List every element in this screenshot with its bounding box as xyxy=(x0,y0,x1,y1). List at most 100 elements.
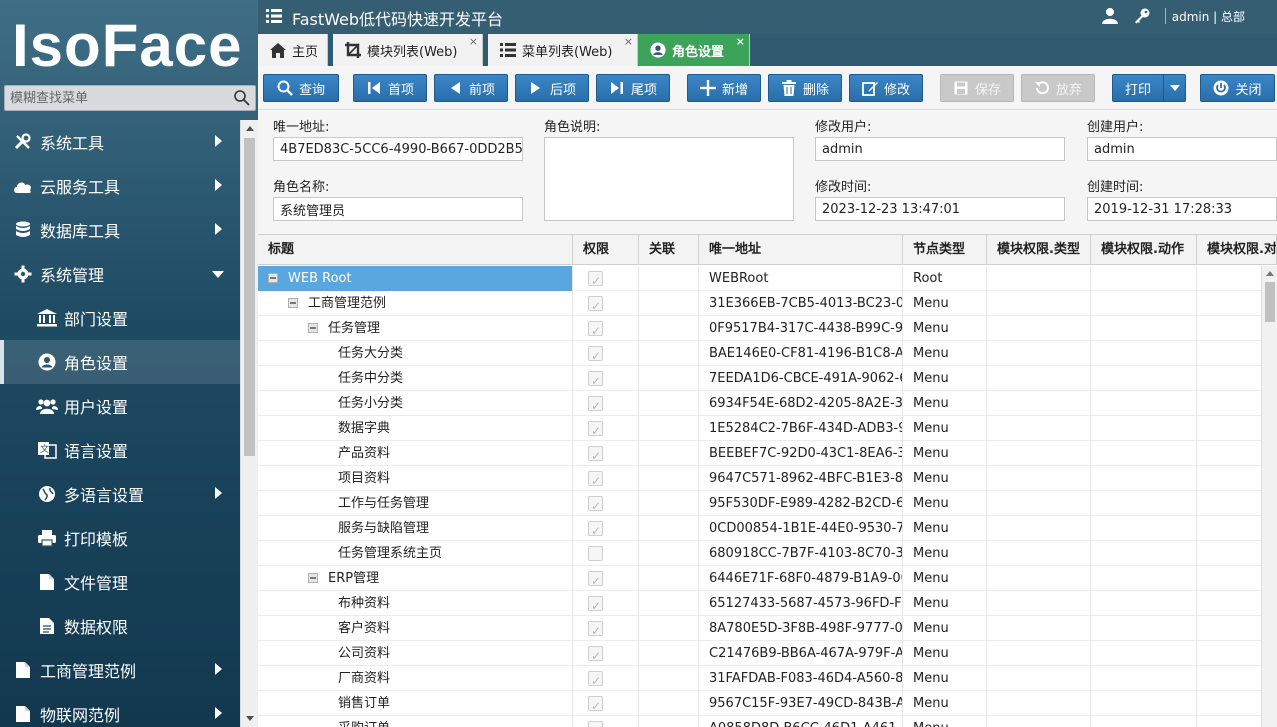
tab-home[interactable]: 主页 xyxy=(258,34,328,66)
permission-checkbox[interactable] xyxy=(588,719,603,727)
table-row[interactable]: 工商管理范例 31E366EB-7CB5-4013-BC23-09EMenu xyxy=(258,291,1261,316)
scroll-up-arrow-icon[interactable] xyxy=(1266,271,1274,276)
permission-checkbox[interactable] xyxy=(588,546,603,561)
permission-checkbox[interactable] xyxy=(588,594,603,616)
table-row[interactable]: 客户资料 8A780E5D-3F8B-498F-9777-093Menu xyxy=(258,616,1261,641)
query-button[interactable]: 查询 xyxy=(263,74,339,102)
tab-role-settings[interactable]: 角色设置 × xyxy=(638,34,750,66)
current-user-label[interactable]: admin | 总部 xyxy=(1172,8,1245,25)
scroll-thumb[interactable] xyxy=(1265,282,1275,322)
table-row[interactable]: 公司资料 C21476B9-BB6A-467A-979F-A56Menu xyxy=(258,641,1261,666)
tree-cell[interactable]: 项目资料 xyxy=(258,466,573,491)
col-uid-header[interactable]: 唯一地址 xyxy=(699,235,903,265)
permission-checkbox[interactable] xyxy=(588,294,603,316)
sidebar-item-cloud-tools[interactable]: 云服务工具 xyxy=(0,164,240,208)
tree-cell[interactable]: 任务小分类 xyxy=(258,391,573,416)
first-button[interactable]: 首项 xyxy=(353,74,427,102)
collapse-toggle-icon[interactable] xyxy=(308,572,318,583)
permission-checkbox[interactable] xyxy=(588,644,603,666)
tree-cell[interactable]: 销售订单 xyxy=(258,691,573,716)
permission-checkbox[interactable] xyxy=(588,369,603,391)
sidebar-item-database-tools[interactable]: 数据库工具 xyxy=(0,208,240,252)
permission-checkbox[interactable] xyxy=(588,569,603,591)
tree-cell[interactable]: 布种资料 xyxy=(258,591,573,616)
search-icon[interactable] xyxy=(233,89,251,107)
create-time-field[interactable] xyxy=(1087,197,1277,221)
table-row[interactable]: 产品资料 BEEBEF7C-92D0-43C1-8EA6-31Menu xyxy=(258,441,1261,466)
table-row[interactable]: 任务管理系统主页 680918CC-7B7F-4103-8C70-368 Menu xyxy=(258,541,1261,566)
tree-cell[interactable]: 任务大分类 xyxy=(258,341,573,366)
edit-button[interactable]: 修改 xyxy=(849,74,923,102)
permission-checkbox[interactable] xyxy=(588,469,603,491)
permission-checkbox[interactable] xyxy=(588,419,603,441)
chevron-down-icon[interactable] xyxy=(1163,75,1185,101)
prev-button[interactable]: 前项 xyxy=(434,74,508,102)
scroll-up-arrow-icon[interactable] xyxy=(246,126,254,131)
close-icon[interactable]: × xyxy=(736,35,745,48)
print-button[interactable]: 打印 xyxy=(1112,74,1186,102)
modify-user-field[interactable] xyxy=(815,137,1065,161)
tree-cell[interactable]: 工作与任务管理 xyxy=(258,491,573,516)
last-button[interactable]: 尾项 xyxy=(596,74,670,102)
table-row[interactable]: 采购订单 A0858D8D-B6CC-46D1-A461-84Menu xyxy=(258,716,1261,727)
close-button[interactable]: 关闭 xyxy=(1200,74,1275,102)
save-button[interactable]: 保存 xyxy=(940,74,1014,102)
permission-checkbox[interactable] xyxy=(588,444,603,466)
table-row[interactable]: ERP管理 6446E71F-68F0-4879-B1A9-0049Menu xyxy=(258,566,1261,591)
modify-time-field[interactable] xyxy=(815,197,1065,221)
table-row[interactable]: 项目资料 9647C571-8962-4BFC-B1E3-840Menu xyxy=(258,466,1261,491)
collapse-toggle-icon[interactable] xyxy=(288,297,298,308)
tree-cell[interactable]: WEB Root xyxy=(258,266,573,291)
table-row[interactable]: 销售订单 9567C15F-93E7-49CD-843B-AFDMenu xyxy=(258,691,1261,716)
next-button[interactable]: 后项 xyxy=(515,74,589,102)
collapse-toggle-icon[interactable] xyxy=(308,322,318,333)
permission-checkbox[interactable] xyxy=(588,619,603,641)
tree-cell[interactable]: 数据字典 xyxy=(258,416,573,441)
table-row[interactable]: 工作与任务管理 95F530DF-E989-4282-B2CD-615Menu xyxy=(258,491,1261,516)
menu-search-input[interactable] xyxy=(5,86,231,110)
tree-cell[interactable]: 采购订单 xyxy=(258,716,573,727)
delete-button[interactable]: 删除 xyxy=(768,74,842,102)
permission-checkbox[interactable] xyxy=(588,519,603,541)
permission-checkbox[interactable] xyxy=(588,494,603,516)
sidebar-item-multilanguage-settings[interactable]: 多语言设置 xyxy=(0,472,240,516)
col-module-perm-action-header[interactable]: 模块权限.动作 xyxy=(1091,235,1197,265)
tree-cell[interactable]: 产品资料 xyxy=(258,441,573,466)
sidebar-item-system-tools[interactable]: 系统工具 xyxy=(0,120,240,164)
tree-cell[interactable]: ERP管理 xyxy=(258,566,573,591)
create-user-field[interactable] xyxy=(1087,137,1277,161)
permission-checkbox[interactable] xyxy=(588,319,603,341)
close-icon[interactable]: × xyxy=(469,35,478,48)
sidebar-item-department-settings[interactable]: 部门设置 xyxy=(0,296,240,340)
scroll-down-arrow-icon[interactable] xyxy=(246,716,254,721)
table-row[interactable]: 数据字典 1E5284C2-7B6F-434D-ADB3-989Menu xyxy=(258,416,1261,441)
key-icon[interactable] xyxy=(1133,7,1151,25)
table-row[interactable]: 厂商资料 31FAFDAB-F083-46D4-A560-89EMenu xyxy=(258,666,1261,691)
role-name-field[interactable] xyxy=(273,197,523,221)
tree-cell[interactable]: 任务管理系统主页 xyxy=(258,541,573,566)
tree-cell[interactable]: 服务与缺陷管理 xyxy=(258,516,573,541)
table-row[interactable]: WEB Root WEBRootRoot xyxy=(258,266,1261,291)
table-row[interactable]: 任务小分类 6934F54E-68D2-4205-8A2E-34AMenu xyxy=(258,391,1261,416)
col-title-header[interactable]: 标题 xyxy=(258,235,573,265)
grid-scrollbar[interactable] xyxy=(1261,266,1277,727)
sidebar-item-user-settings[interactable]: 用户设置 xyxy=(0,384,240,428)
sidebar-item-data-permissions[interactable]: 数据权限 xyxy=(0,604,240,648)
col-module-perm-type-header[interactable]: 模块权限.类型 xyxy=(987,235,1091,265)
tab-module-list[interactable]: 模块列表(Web) × xyxy=(333,34,483,66)
permission-checkbox[interactable] xyxy=(588,394,603,416)
col-module-perm-target-header[interactable]: 模块权限.对 xyxy=(1197,235,1277,265)
discard-button[interactable]: 放弃 xyxy=(1021,74,1095,102)
permission-checkbox[interactable] xyxy=(588,669,603,691)
tree-cell[interactable]: 工商管理范例 xyxy=(258,291,573,316)
table-row[interactable]: 任务管理 0F9517B4-317C-4438-B99C-9A2Menu xyxy=(258,316,1261,341)
hamburger-menu-icon[interactable] xyxy=(266,9,282,23)
role-desc-field[interactable] xyxy=(544,137,794,221)
uid-field[interactable] xyxy=(273,137,523,161)
add-button[interactable]: 新增 xyxy=(687,74,761,102)
sidebar-item-business-examples[interactable]: 工商管理范例 xyxy=(0,648,240,692)
table-row[interactable]: 布种资料 65127433-5687-4573-96FD-F673Menu xyxy=(258,591,1261,616)
permission-checkbox[interactable] xyxy=(588,694,603,716)
table-row[interactable]: 任务大分类 BAE146E0-CF81-4196-B1C8-AE4Menu xyxy=(258,341,1261,366)
permission-checkbox[interactable] xyxy=(588,269,603,291)
